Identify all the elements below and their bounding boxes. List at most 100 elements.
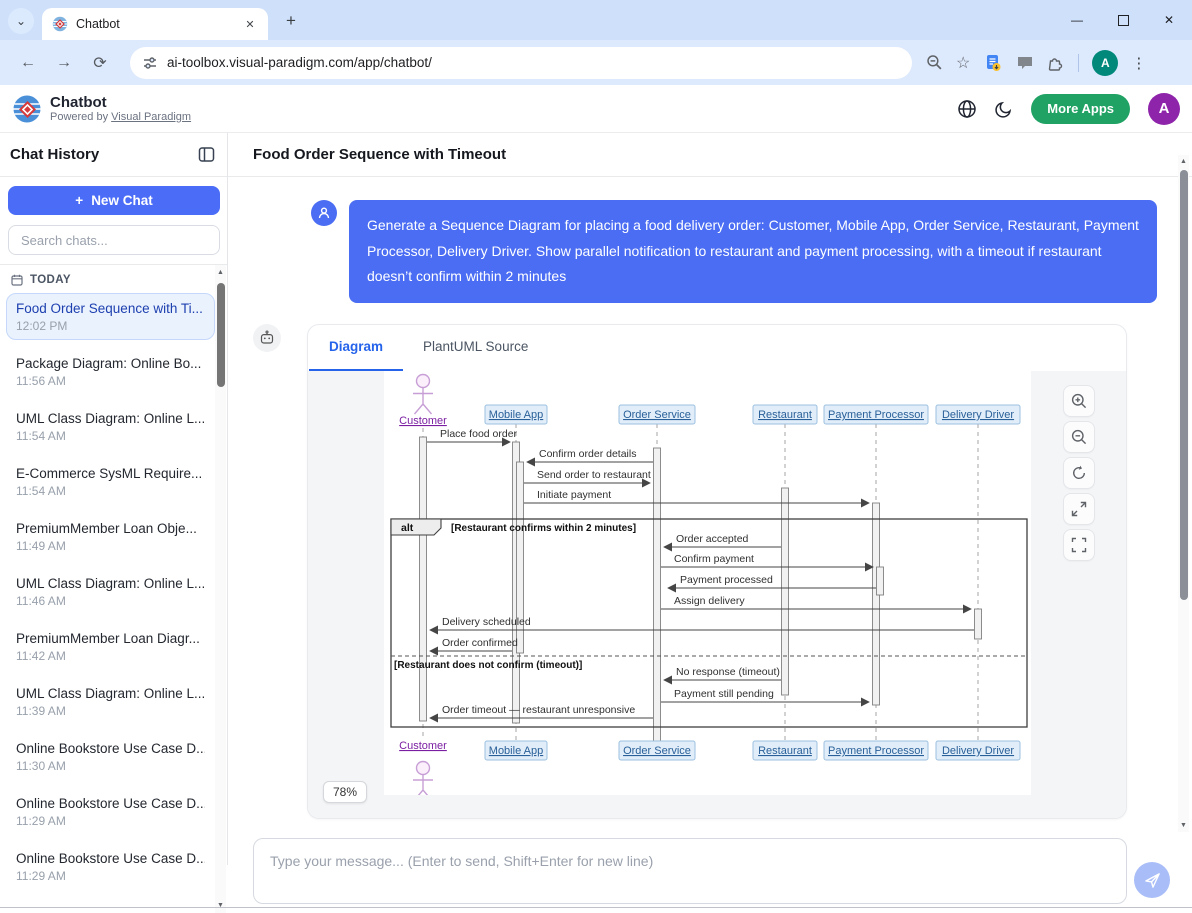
more-apps-button[interactable]: More Apps [1031, 94, 1130, 124]
brand: Chatbot Powered by Visual Paradigm [12, 94, 191, 124]
diagram-viewer[interactable]: Customer Mobile App Order Service Res [308, 371, 1126, 818]
zoom-in-button[interactable] [1063, 385, 1095, 417]
chat-list-item[interactable]: Food Order Sequence with Ti... 12:02 PM [6, 293, 215, 340]
sidebar-title: Chat History [10, 146, 198, 163]
chat-item-title: UML Class Diagram: Online L... [16, 576, 205, 591]
expand-button[interactable] [1063, 493, 1095, 525]
chat-extension-icon[interactable] [1016, 54, 1034, 72]
window-bottom-edge [0, 907, 1192, 908]
chat-list-item[interactable]: Online Bookstore Use Case D... 11:29 AM [6, 843, 215, 890]
chat-list-item[interactable]: Online Bookstore Use Case D... 11:30 AM [6, 733, 215, 780]
chat-item-title: Online Bookstore Use Case D... [16, 741, 205, 756]
participants-bottom: Mobile App Order Service Restaurant Paym… [485, 741, 1020, 760]
sidebar-header: Chat History [0, 133, 227, 177]
alt-guard-2: [Restaurant does not confirm (timeout)] [394, 660, 582, 671]
participant-label: Payment Processor [828, 409, 924, 421]
chat-list-item[interactable]: UML Class Diagram: Online L... 11:54 AM [6, 403, 215, 450]
chat-list-item[interactable]: PremiumMember Loan Obje... 11:49 AM [6, 513, 215, 560]
chat-item-time: 11:30 AM [16, 759, 205, 773]
chat-list-item[interactable]: Online Bookstore Use Case D... 11:29 AM [6, 788, 215, 835]
forward-icon[interactable]: → [51, 50, 77, 76]
dark-mode-moon-icon[interactable] [995, 100, 1013, 118]
page-scrollbar[interactable]: ▲ ▼ [1178, 155, 1189, 832]
reset-view-button[interactable] [1063, 457, 1095, 489]
user-avatar[interactable]: A [1148, 93, 1180, 125]
workspace: Chat History + New Chat TODAY Food Order… [0, 133, 1192, 865]
tab-search-chevron-icon[interactable]: ⌄ [8, 8, 34, 34]
message-label: Initiate payment [537, 489, 611, 501]
visual-paradigm-link[interactable]: Visual Paradigm [111, 111, 191, 123]
header-actions: More Apps A [957, 93, 1180, 125]
chat-item-title: Online Bookstore Use Case D... [16, 851, 205, 866]
plus-icon: + [75, 193, 83, 208]
window-close-button[interactable]: ✕ [1146, 0, 1192, 40]
language-globe-icon[interactable] [957, 99, 977, 119]
search-chats-input[interactable] [8, 225, 220, 255]
reload-icon[interactable]: ⟳ [87, 50, 113, 76]
zoom-indicator-icon[interactable] [926, 54, 943, 71]
window-maximize-button[interactable] [1100, 0, 1146, 40]
collapse-panel-icon[interactable] [198, 146, 215, 163]
participant-label: Delivery Driver [942, 745, 1014, 757]
new-chat-button[interactable]: + New Chat [8, 186, 220, 215]
chat-list-item[interactable]: UML Class Diagram: Online L... 11:39 AM [6, 678, 215, 725]
new-chat-label: New Chat [91, 193, 153, 208]
tab-title: Chatbot [76, 17, 234, 31]
chat-item-time: 11:46 AM [16, 594, 205, 608]
user-message-row: Generate a Sequence Diagram for placing … [311, 200, 1192, 303]
diagram-zoom-controls [1063, 385, 1095, 561]
maximize-icon [1118, 15, 1129, 26]
participant-label: Restaurant [758, 745, 812, 757]
zoom-out-icon [1071, 429, 1087, 445]
sidebar-scrollbar-thumb[interactable] [217, 283, 225, 387]
tab-diagram[interactable]: Diagram [309, 325, 403, 371]
message-label: No response (timeout) [676, 666, 780, 678]
page-title: Food Order Sequence with Timeout [253, 146, 506, 163]
zoom-out-button[interactable] [1063, 421, 1095, 453]
tab-plantuml-source[interactable]: PlantUML Source [403, 325, 548, 371]
browser-titlebar: ⌄ Chatbot ✕ + — ✕ [0, 0, 1192, 40]
chat-item-title: UML Class Diagram: Online L... [16, 686, 205, 701]
chat-list-item[interactable]: UML Class Diagram: Online L... 11:46 AM [6, 568, 215, 615]
message-label: Order timeout — restaurant unresponsive [442, 704, 635, 716]
url-text[interactable]: ai-toolbox.visual-paradigm.com/app/chatb… [167, 55, 432, 70]
participants-top: Mobile App Order Service Restaurant Paym… [485, 405, 1020, 424]
back-icon[interactable]: ← [15, 50, 41, 76]
send-plane-icon [1144, 872, 1161, 889]
participant-label: Delivery Driver [942, 409, 1014, 421]
docs-extension-icon[interactable] [983, 53, 1003, 73]
fullscreen-button[interactable] [1063, 529, 1095, 561]
window-minimize-button[interactable]: — [1054, 0, 1100, 40]
send-button[interactable] [1134, 862, 1170, 898]
scroll-up-arrow[interactable]: ▲ [215, 269, 226, 276]
toolbar-right: ☆ A ⋮ [926, 50, 1146, 76]
tab-close-icon[interactable]: ✕ [242, 16, 258, 32]
site-settings-tune-icon[interactable] [142, 55, 158, 71]
calendar-icon [11, 274, 23, 286]
chat-list-item[interactable]: E-Commerce SysML Require... 11:54 AM [6, 458, 215, 505]
scroll-down-arrow[interactable]: ▼ [1178, 822, 1189, 829]
message-input[interactable] [253, 838, 1127, 904]
new-tab-button[interactable]: + [278, 8, 304, 34]
sidebar-scrollbar[interactable]: ▲ ▼ [215, 265, 226, 913]
browser-menu-icon[interactable]: ⋮ [1131, 54, 1146, 72]
chat-list-item[interactable]: PremiumMember Loan Diagr... 11:42 AM [6, 623, 215, 670]
bookmark-star-icon[interactable]: ☆ [956, 53, 970, 73]
chat-item-time: 11:54 AM [16, 429, 205, 443]
message-label: Delivery scheduled [442, 616, 531, 628]
message-label: Assign delivery [674, 595, 745, 607]
powered-prefix: Powered by [50, 111, 108, 123]
message-label: Order accepted [676, 533, 749, 545]
powered-by: Powered by Visual Paradigm [50, 111, 191, 123]
page-scrollbar-thumb[interactable] [1180, 170, 1188, 600]
scroll-up-arrow[interactable]: ▲ [1178, 158, 1189, 165]
address-bar[interactable]: ai-toolbox.visual-paradigm.com/app/chatb… [130, 47, 912, 79]
message-label: Place food order [440, 428, 518, 440]
chrome-profile-avatar[interactable]: A [1092, 50, 1118, 76]
zoom-level-badge: 78% [323, 781, 367, 803]
chat-list-item[interactable]: Package Diagram: Online Bo... 11:56 AM [6, 348, 215, 395]
bot-response-row: Diagram PlantUML Source [253, 324, 1192, 819]
extensions-puzzle-icon[interactable] [1047, 54, 1065, 72]
browser-tab[interactable]: Chatbot ✕ [42, 8, 268, 40]
expand-arrows-icon [1071, 501, 1087, 517]
